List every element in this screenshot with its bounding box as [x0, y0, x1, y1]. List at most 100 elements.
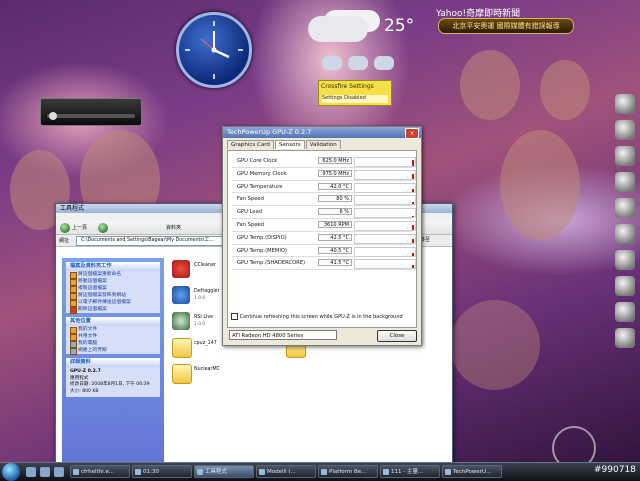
quick-launch-icon[interactable] [26, 467, 36, 477]
sensor-graph-level [412, 160, 414, 166]
sensor-value: 975.0 MHz [318, 169, 352, 177]
dock-app-icon[interactable] [615, 198, 635, 218]
sensor-graph [354, 157, 416, 167]
file-tasks-panel: 檔案及資料夾工作 將這個檔案重新命名 移動這個檔案 複製這個檔案 將這個檔案發佈… [66, 262, 160, 314]
tab-sensors[interactable]: Sensors [274, 140, 305, 149]
other-places-header[interactable]: 其他位置 [66, 317, 160, 326]
details-panel: 詳細資料 GPU-Z 0.2.7 應用程式 修改日期: 2008年8月1日, 下… [66, 358, 160, 397]
sensor-label: GPU Temp.(SHADERCORE) [237, 260, 306, 267]
sensor-value: 40.5 °C [318, 246, 352, 254]
dock-app-icon[interactable] [615, 120, 635, 140]
start-button[interactable] [2, 463, 20, 481]
quick-launch-icon[interactable] [40, 467, 50, 477]
sensor-graph [354, 220, 416, 231]
taskbar-button[interactable]: Modelll (... [256, 465, 316, 478]
place-network[interactable]: 網路上的芳鄰 [66, 347, 160, 355]
folder-item[interactable]: NuclearMC [172, 364, 292, 386]
place-my-documents[interactable]: 我的文件 [66, 326, 160, 334]
details-header[interactable]: 詳細資料 [66, 358, 160, 367]
taskbar-button-label: cfrhelthi.e... [81, 469, 115, 475]
taskbar-button[interactable]: 111 - 主量... [380, 465, 440, 478]
dock-app-icon[interactable] [615, 94, 635, 114]
back-button-label[interactable]: 上一頁 [72, 224, 87, 231]
task-email[interactable]: 以電子郵件傳送這個檔案 [66, 299, 160, 307]
dock-app-icon[interactable] [615, 172, 635, 192]
window-icon [135, 469, 141, 475]
sensor-value: 6 % [318, 208, 352, 216]
place-shared-documents[interactable]: 共用文件 [66, 333, 160, 341]
rsi-eye-icon [172, 312, 190, 330]
window-icon [73, 469, 79, 475]
taskbar-button[interactable]: 01:30 [132, 465, 192, 478]
taskbar-button-label: 111 - 主量... [391, 469, 424, 475]
gpuz-tabs: Graphics Card Sensors Validation [227, 140, 417, 150]
gpu-select[interactable]: ATI Radeon HD 4800 Series [229, 330, 337, 340]
folders-button[interactable]: 資料夾 [166, 224, 181, 231]
dock-app-icon[interactable] [615, 328, 635, 348]
window-icon [259, 469, 265, 475]
task-rename[interactable]: 將這個檔案重新命名 [66, 271, 160, 279]
media-progress-bar[interactable] [47, 112, 135, 120]
crossfire-settings-gadget[interactable]: Crossfire Settings Settings Disabled [318, 80, 392, 106]
taskbar-button[interactable]: 工具程式 [194, 465, 254, 478]
sensor-graph-level [412, 224, 414, 230]
sensor-label: GPU Core Clock [237, 158, 278, 164]
sensor-label: GPU Load [237, 209, 263, 216]
place-my-computer[interactable]: 我的電腦 [66, 340, 160, 348]
task-move[interactable]: 移動這個檔案 [66, 278, 160, 286]
details-body: GPU-Z 0.2.7 應用程式 修改日期: 2008年8月1日, 下午 06:… [66, 367, 160, 397]
file-name: RSI Live [194, 315, 214, 320]
gpuz-title[interactable]: TechPowerUp GPU-Z 0.2.7 [223, 127, 421, 138]
file-tasks-header[interactable]: 檔案及資料夾工作 [66, 262, 160, 271]
place-label: 共用文件 [78, 334, 98, 339]
dock-app-icon[interactable] [615, 146, 635, 166]
folder-name: cpuz_147 [194, 341, 217, 346]
sensor-value: 625.0 MHz [318, 157, 352, 164]
back-arrow-icon[interactable] [60, 223, 70, 233]
refresh-option[interactable]: Continue refreshing this screen while GP… [231, 313, 403, 320]
dock-app-icon[interactable] [615, 224, 635, 244]
tab-graphics-card[interactable]: Graphics Card [227, 140, 274, 149]
taskbar-button[interactable]: cfrhelthi.e... [70, 465, 130, 478]
taskbar-button[interactable]: Platform Be... [318, 465, 378, 478]
sensor-graph [354, 169, 416, 180]
refresh-checkbox[interactable] [231, 313, 238, 320]
tab-validation[interactable]: Validation [305, 140, 341, 149]
close-icon[interactable]: × [405, 128, 419, 139]
media-seek-handle[interactable] [49, 112, 57, 120]
weather-gadget[interactable]: 25° [300, 10, 414, 80]
weather-temperature: 25° [384, 16, 415, 36]
clock-gadget[interactable] [176, 12, 252, 88]
task-delete[interactable]: 刪除這個檔案 [66, 306, 160, 314]
sensor-graph-level [412, 202, 414, 205]
go-button[interactable]: 移至 [420, 236, 448, 244]
dock-app-icon[interactable] [615, 302, 635, 322]
sensor-value: 42.0 °C [318, 182, 352, 190]
task-publish[interactable]: 將這個檔案發佈到網站 [66, 292, 160, 300]
media-player-gadget[interactable] [40, 98, 142, 126]
taskbar-button[interactable]: TechPowerU... [442, 465, 502, 478]
quick-launch-icon[interactable] [54, 467, 64, 477]
task-copy[interactable]: 複製這個檔案 [66, 285, 160, 293]
sensor-graph [354, 195, 416, 206]
sensor-value: 80 % [318, 195, 352, 203]
dock-app-icon[interactable] [615, 250, 635, 270]
forecast-icon [322, 56, 342, 70]
news-headline[interactable]: 北京平安奧運 國際媒體有錯誤報導 [438, 18, 574, 34]
sensor-row: Fan Speed 3610 RPM [232, 219, 416, 232]
sensor-label: GPU Memory Clock [237, 170, 287, 177]
sensors-panel: GPU Core Clock 625.0 MHz GPU Memory Clock 9… [227, 150, 417, 328]
window-icon [445, 469, 451, 475]
place-label: 我的電腦 [78, 341, 98, 346]
taskbar-button-label: Modelll (... [267, 469, 296, 475]
task-label: 以電子郵件傳送這個檔案 [78, 300, 131, 305]
dock-app-icon[interactable] [615, 276, 635, 296]
taskbar-button-label: TechPowerU... [453, 469, 492, 475]
window-icon [197, 469, 203, 475]
forward-arrow-icon[interactable] [98, 223, 108, 233]
close-button[interactable]: Close [377, 330, 417, 342]
network-icon [70, 348, 77, 355]
watermark-text: #990718 [594, 465, 636, 475]
folder-name: NuclearMC [194, 367, 220, 372]
sensor-graph [354, 259, 416, 270]
